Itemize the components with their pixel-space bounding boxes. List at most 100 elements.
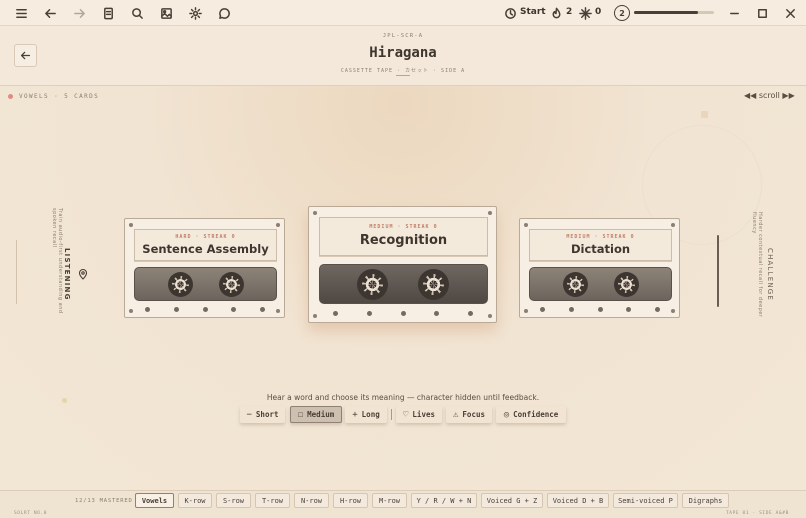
right-reel-icon [418,269,449,300]
challenge-title[interactable]: CHALLENGE [766,248,774,301]
right-divider [717,235,719,307]
cassette-sentence-assembly[interactable]: HARD · STREAK 0 Sentence Assembly [124,218,285,318]
progress-slider-fill [634,11,698,14]
lives-toggle[interactable]: ♡ Lives [396,406,442,423]
left-reel-icon [563,272,588,297]
tab-vowels[interactable]: Vowels [135,493,174,508]
tab-t-row[interactable]: T-row [255,493,290,508]
mode-label: Focus [462,410,485,419]
cassette-label: HARD · STREAK 0 Sentence Assembly [134,229,277,261]
gear-icon[interactable] [187,5,203,21]
menu-icon[interactable] [13,5,29,21]
minimize-icon[interactable] [726,5,742,21]
right-reel-icon [614,272,639,297]
tab-n-row[interactable]: N-row [294,493,329,508]
focus-toggle[interactable]: ⚠ Focus [446,406,492,423]
deck-status-dot [8,94,13,99]
screw [129,309,133,313]
clock-icon[interactable] [502,5,518,21]
confidence-toggle[interactable]: ◎ Confidence [496,406,566,423]
screw [488,211,492,215]
screw [129,223,133,227]
screw [276,223,280,227]
progress-slider[interactable] [634,11,714,14]
mode-long-button[interactable]: + Long [345,406,387,423]
cassette-label: MEDIUM · STREAK 0 Dictation [529,229,672,261]
tab-m-row[interactable]: M-row [372,493,407,508]
minus-icon: − [246,409,252,420]
tab-digraphs[interactable]: Digraphs [682,493,729,508]
listening-title[interactable]: LISTENING [63,248,71,301]
flame-icon [548,5,564,21]
screw [313,314,317,318]
maximize-icon[interactable] [754,5,770,21]
mastered-count: 12/13 MASTERED [75,498,133,504]
start-button[interactable]: Start [520,7,546,17]
tab-s-row[interactable]: S-row [216,493,251,508]
screw [488,314,492,318]
right-reel-icon [219,272,244,297]
image-icon[interactable] [158,5,174,21]
cassette-recognition[interactable]: MEDIUM · STREAK 0 Recognition [308,206,497,323]
headphone-pin-icon [78,265,88,280]
footer-left: SOLRT NO.0 [14,511,48,516]
sparkle-icon [577,5,593,21]
pill-divider [391,409,392,420]
deck-code: JPL-SCR-A [382,33,424,39]
screw [276,309,280,313]
tab-y-r-w-n[interactable]: Y / R / W + N [411,493,477,508]
cassette-window [134,267,277,301]
decor-square [701,111,708,118]
streak-count: 2 [566,7,573,17]
forward-arrow-icon[interactable] [71,5,87,21]
left-reel-icon [357,269,388,300]
screw [671,309,675,313]
back-arrow-icon[interactable] [42,5,58,21]
cassette-holes [540,307,660,312]
cassette-title: Recognition [359,233,448,248]
mode-label: Medium [307,410,335,419]
mode-label: Short [255,410,279,419]
page-title: Hiragana [369,45,437,61]
search-icon[interactable] [129,5,145,21]
plus-icon: + [352,409,358,420]
cassette-difficulty: MEDIUM · STREAK 0 [369,224,438,230]
page-subtitle: CASSETTE TAPE · カセット · SIDE A [340,68,466,74]
cassette-window [529,267,672,301]
tab-voiced-d-b[interactable]: Voiced D + B [547,493,609,508]
tab-semi-voiced-p[interactable]: Semi-voiced P [613,493,678,508]
screw [524,309,528,313]
notebook-icon[interactable] [100,5,116,21]
cassette-title: Sentence Assembly [142,242,269,256]
close-icon[interactable] [782,5,798,21]
tab-k-row[interactable]: K-row [178,493,212,508]
left-reel-icon [168,272,193,297]
square-icon: ☐ [297,409,304,420]
cassette-holes [333,311,473,316]
screw [313,211,317,215]
mode-short-button[interactable]: − Short [240,406,285,423]
tab-h-row[interactable]: H-row [333,493,368,508]
heart-icon: ♡ [403,409,409,420]
cassette-dictation[interactable]: MEDIUM · STREAK 0 Dictation [519,218,680,318]
chat-icon[interactable] [216,5,232,21]
cassette-holes [145,307,265,312]
title-underline [396,75,410,76]
mode-label: Confidence [513,410,559,419]
mode-label: Lives [412,410,435,419]
gems-count: 0 [595,7,602,17]
target-icon: ◎ [503,409,510,420]
tab-voiced-g-z[interactable]: Voiced G + Z [481,493,543,508]
deck-label: VOWELS · 5 CARDS [19,93,100,100]
level-badge: 2 [614,5,630,21]
mode-medium-button[interactable]: ☐ Medium [290,406,342,423]
screw [524,223,528,227]
cassette-label: MEDIUM · STREAK 0 Recognition [319,217,488,256]
cassette-difficulty: HARD · STREAK 0 [175,234,236,240]
cassette-title: Dictation [570,242,631,256]
cassette-window [319,264,488,304]
scroll-hint[interactable]: ◀◀ scroll ▶▶ [744,91,795,100]
title-bar: Start 2 0 2 [0,0,806,26]
exercise-hint: Hear a word and choose its meaning — cha… [266,393,540,402]
listening-caption: Train audio-first understanding and spok… [51,208,63,314]
